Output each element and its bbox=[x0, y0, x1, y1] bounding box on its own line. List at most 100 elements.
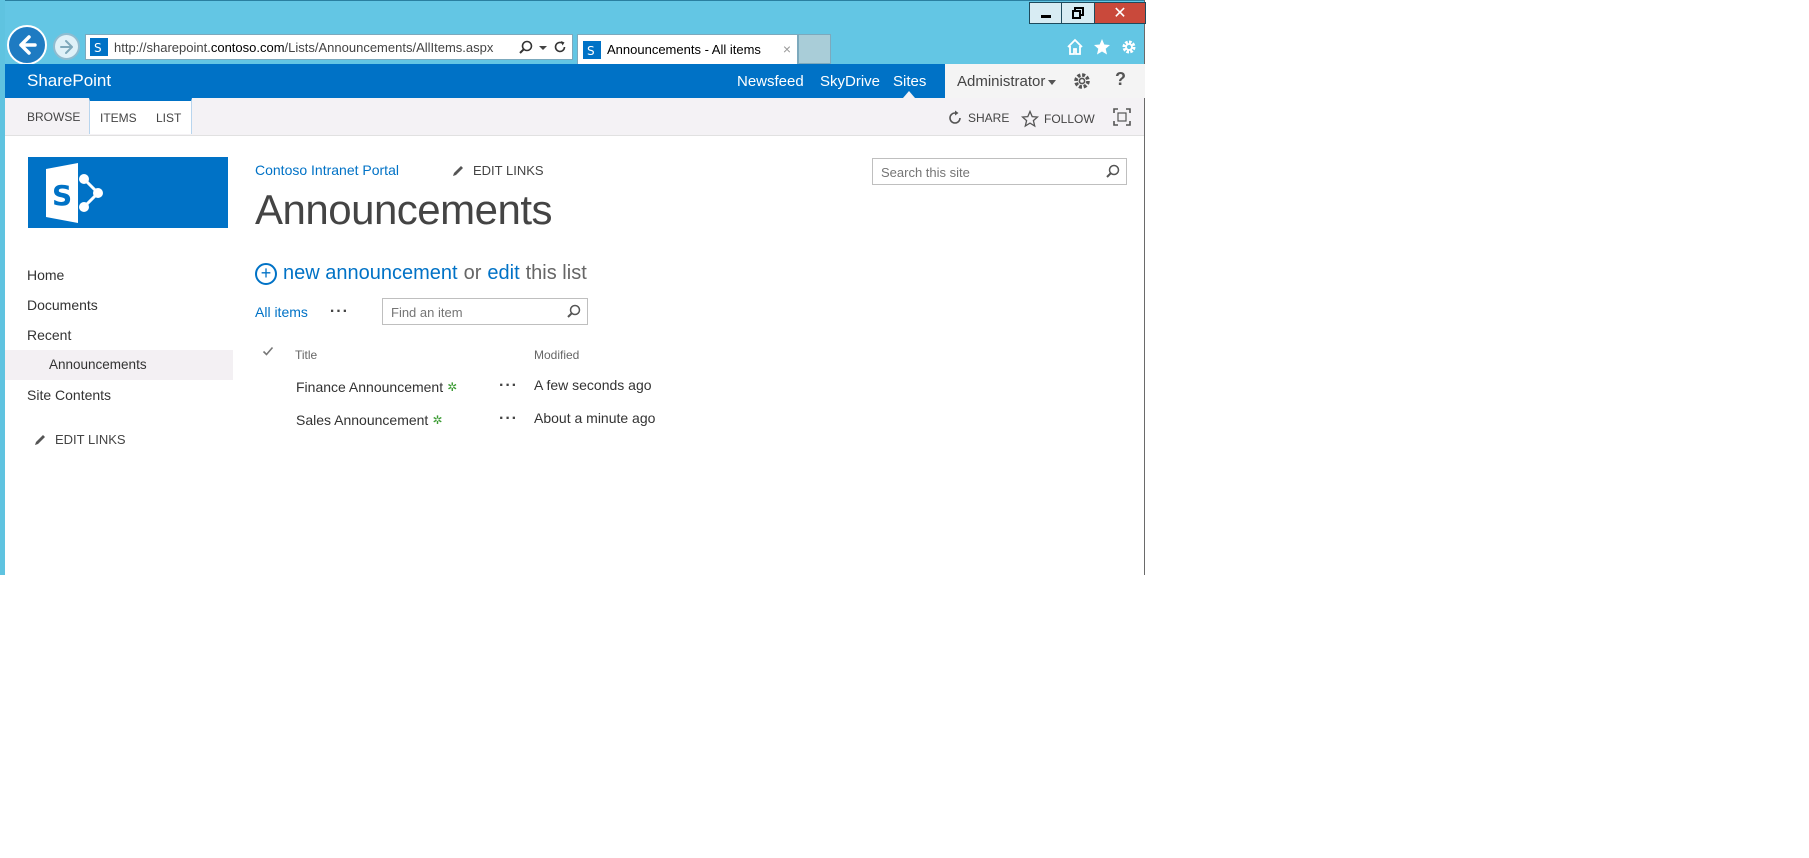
user-menu[interactable]: Administrator ? bbox=[945, 64, 1145, 98]
nav-item-announcements[interactable]: Announcements bbox=[5, 350, 233, 380]
address-url: http://sharepoint.contoso.com/Lists/Anno… bbox=[114, 39, 494, 55]
svg-text:S: S bbox=[52, 179, 72, 212]
suite-bar: SharePoint Newsfeed SkyDrive Sites Admin… bbox=[5, 64, 1145, 98]
nav-item-recent[interactable]: Recent bbox=[5, 320, 233, 350]
back-button[interactable] bbox=[7, 25, 47, 65]
share-icon bbox=[949, 110, 961, 124]
table-row[interactable]: Sales Announcement ✲ ··· About a minute a… bbox=[255, 406, 755, 436]
restore-button[interactable] bbox=[1061, 2, 1095, 24]
search-site-input[interactable] bbox=[879, 164, 1093, 181]
add-circle-icon[interactable]: + bbox=[255, 262, 277, 285]
or-text: or bbox=[463, 262, 482, 284]
item-modified: A few seconds ago bbox=[534, 377, 652, 393]
column-header-title[interactable]: Title bbox=[295, 348, 317, 362]
svg-text:S: S bbox=[94, 41, 102, 55]
item-title[interactable]: Finance Announcement bbox=[296, 379, 443, 395]
item-title-cell[interactable]: Finance Announcement ✲ bbox=[296, 379, 457, 395]
gear-icon bbox=[1122, 40, 1136, 54]
star-icon bbox=[1094, 39, 1110, 55]
nav-item-home[interactable]: Home bbox=[5, 260, 233, 290]
share-button[interactable]: SHARE bbox=[947, 110, 1009, 126]
minimize-button[interactable] bbox=[1029, 2, 1062, 24]
refresh-icon[interactable] bbox=[553, 40, 567, 54]
tab-browse[interactable]: BROWSE bbox=[17, 98, 90, 136]
this-list-text: this list bbox=[525, 262, 587, 284]
tab-list[interactable]: LIST bbox=[146, 98, 193, 134]
selected-indicator-icon bbox=[903, 91, 915, 98]
find-item-input[interactable] bbox=[389, 304, 563, 321]
chevron-down-icon[interactable] bbox=[538, 43, 548, 53]
fullscreen-icon bbox=[1113, 108, 1131, 126]
nav-edit-links-button[interactable]: EDIT LINKS bbox=[33, 432, 126, 447]
item-title[interactable]: Sales Announcement bbox=[296, 412, 428, 428]
skydrive-link[interactable]: SkyDrive bbox=[820, 73, 880, 90]
follow-label: FOLLOW bbox=[1044, 112, 1095, 126]
select-all-checkmark-icon[interactable] bbox=[262, 345, 274, 357]
newsfeed-link[interactable]: Newsfeed bbox=[737, 73, 804, 90]
arrow-left-icon bbox=[19, 35, 37, 55]
tab-items[interactable]: ITEMS bbox=[89, 98, 147, 134]
share-label: SHARE bbox=[968, 111, 1010, 125]
quick-launch: Home Documents Recent Announcements Site… bbox=[5, 260, 233, 410]
tab-title: Announcements - All items bbox=[607, 42, 761, 57]
item-title-cell[interactable]: Sales Announcement ✲ bbox=[296, 412, 442, 428]
browser-tab-announcements[interactable]: S Announcements - All items × bbox=[577, 34, 798, 64]
pencil-icon bbox=[453, 165, 463, 176]
nav-item-site-contents[interactable]: Site Contents bbox=[5, 380, 233, 410]
follow-button[interactable]: FOLLOW bbox=[1021, 110, 1095, 128]
nav-edit-links-label: EDIT LINKS bbox=[55, 432, 126, 447]
svg-text:S: S bbox=[587, 44, 595, 58]
page-title: Announcements bbox=[255, 186, 553, 233]
sharepoint-logo-icon: S bbox=[46, 163, 103, 223]
sites-link[interactable]: Sites bbox=[893, 73, 926, 90]
more-views-ellipsis-icon[interactable]: ··· bbox=[330, 303, 349, 321]
find-item-box[interactable] bbox=[382, 298, 588, 325]
restore-icon bbox=[1072, 7, 1084, 19]
search-icon[interactable] bbox=[1106, 164, 1120, 178]
item-menu-ellipsis-icon[interactable]: ··· bbox=[499, 377, 518, 395]
new-announcement-row: + new announcement or edit this list bbox=[255, 262, 587, 285]
new-item-icon: ✲ bbox=[447, 380, 458, 394]
breadcrumb-site-link[interactable]: Contoso Intranet Portal bbox=[255, 162, 399, 178]
table-row[interactable]: Finance Announcement ✲ ··· A few seconds … bbox=[255, 373, 755, 403]
tools-button[interactable] bbox=[1119, 37, 1139, 57]
item-modified: About a minute ago bbox=[534, 410, 656, 426]
forward-button[interactable] bbox=[53, 33, 80, 60]
column-header-modified[interactable]: Modified bbox=[534, 348, 579, 362]
close-window-button[interactable]: ✕ bbox=[1094, 2, 1146, 24]
view-selector: All items ··· bbox=[255, 303, 349, 321]
caret-down-icon bbox=[1048, 79, 1057, 85]
close-tab-icon[interactable]: × bbox=[783, 41, 791, 57]
home-button[interactable] bbox=[1065, 37, 1085, 57]
top-edit-links-button[interactable]: EDIT LINKS bbox=[451, 163, 544, 178]
site-logo[interactable]: S bbox=[28, 157, 228, 228]
search-site-box[interactable] bbox=[872, 158, 1127, 185]
sharepoint-favicon-icon: S bbox=[90, 38, 108, 56]
close-icon: ✕ bbox=[1113, 5, 1127, 22]
browser-window: ✕ S http://sharepoint.contoso.com/Lists/… bbox=[0, 0, 1146, 575]
browser-titlebar: ✕ S http://sharepoint.contoso.com/Lists/… bbox=[5, 0, 1146, 65]
nav-item-documents[interactable]: Documents bbox=[5, 290, 233, 320]
new-item-icon: ✲ bbox=[432, 413, 443, 427]
edit-list-link[interactable]: edit bbox=[487, 262, 519, 285]
focus-on-content-button[interactable] bbox=[1113, 108, 1131, 126]
home-icon bbox=[1067, 38, 1083, 55]
user-name: Administrator bbox=[957, 73, 1057, 90]
sharepoint-brand[interactable]: SharePoint bbox=[27, 71, 111, 91]
new-announcement-link[interactable]: new announcement bbox=[283, 262, 458, 285]
help-icon[interactable]: ? bbox=[1115, 69, 1126, 90]
sharepoint-favicon-icon: S bbox=[583, 40, 601, 59]
address-bar[interactable]: S http://sharepoint.contoso.com/Lists/An… bbox=[85, 34, 573, 60]
settings-gear-icon[interactable] bbox=[1072, 71, 1092, 91]
search-icon[interactable] bbox=[567, 304, 581, 318]
top-edit-links-label: EDIT LINKS bbox=[473, 163, 544, 178]
item-menu-ellipsis-icon[interactable]: ··· bbox=[499, 410, 518, 428]
arrow-right-icon bbox=[59, 39, 73, 54]
new-tab-button[interactable] bbox=[798, 34, 831, 64]
ribbon: BROWSE ITEMS LIST SHARE FOLLOW bbox=[5, 98, 1144, 136]
search-icon[interactable] bbox=[519, 40, 533, 54]
minimize-icon bbox=[1040, 15, 1051, 18]
star-outline-icon bbox=[1021, 110, 1039, 128]
view-all-items[interactable]: All items bbox=[255, 304, 308, 320]
favorites-button[interactable] bbox=[1092, 37, 1112, 57]
